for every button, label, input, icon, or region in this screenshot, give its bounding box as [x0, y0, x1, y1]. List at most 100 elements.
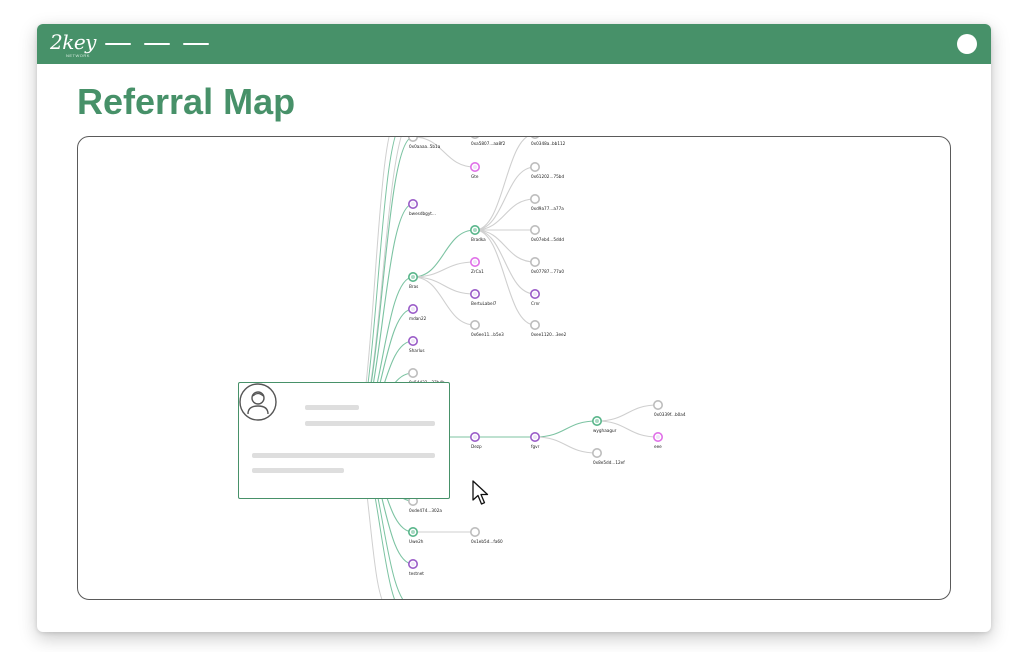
node-dezp[interactable]: Dezp — [469, 431, 482, 449]
node-testnet[interactable]: testnet — [407, 558, 424, 576]
referral-graph[interactable]: aaaabbcq...0x0aaaa..5b1a0xa5807...aa8f20… — [78, 137, 950, 599]
node-top5[interactable]: 0x61202...75bd — [529, 161, 565, 179]
node-testnet-dot-fill — [411, 562, 415, 566]
node-the[interactable]: Gte — [469, 161, 480, 179]
node-bras[interactable]: Bras — [407, 272, 419, 289]
node-top17-dot[interactable] — [529, 320, 540, 331]
node-shar-dot-fill — [411, 339, 415, 343]
graph-edges — [351, 137, 659, 599]
node-fgvr-dot-fill — [533, 435, 537, 439]
node-bw[interactable]: bwesdbgyt... — [407, 198, 436, 216]
node-top3-dot[interactable] — [531, 137, 539, 139]
node-top25[interactable]: 0x0339f...b0a4 — [652, 399, 686, 417]
node-top16[interactable]: 0x6ee11...b5e3 — [469, 320, 504, 337]
graph-edge — [474, 166, 536, 231]
graph-edge — [474, 137, 528, 231]
referral-map[interactable]: aaaabbcq...0x0aaaa..5b1a0xa5807...aa8f20… — [77, 136, 951, 600]
node-top9-dot[interactable] — [529, 225, 540, 236]
node-the-label: Gte — [471, 174, 479, 179]
node-top17[interactable]: 0xee1120...3ee2 — [529, 320, 567, 337]
profile-card — [238, 382, 450, 499]
node-top12-dot[interactable] — [529, 257, 540, 268]
node-bart[interactable]: BertuLabel7 — [469, 289, 497, 306]
node-top2-label: 0xa5807...aa8f2 — [471, 141, 506, 146]
node-brads-label: Bradka — [471, 237, 486, 242]
user-menu-button[interactable] — [957, 34, 977, 54]
node-crnr-dot-fill — [533, 292, 537, 296]
detail-placeholder-1 — [252, 453, 435, 458]
node-top31-dot[interactable] — [469, 526, 480, 537]
node-bw-dot-fill — [411, 202, 415, 206]
node-zrca[interactable]: ZrCa1 — [469, 257, 484, 274]
node-top1-dot[interactable] — [408, 137, 418, 142]
graph-edge — [474, 229, 536, 326]
node-the-dot-fill — [473, 165, 477, 169]
node-top5-dot[interactable] — [529, 161, 540, 172]
node-uwe[interactable]: Uwe2h — [407, 526, 424, 544]
detail-placeholder-2 — [252, 468, 344, 473]
logo-subtext: NETWORK — [66, 53, 90, 58]
node-bart-dot-fill — [473, 292, 477, 296]
graph-edge — [412, 276, 476, 295]
node-top16-dot[interactable] — [469, 320, 480, 331]
node-top27-dot[interactable] — [591, 447, 602, 458]
graph-edge — [534, 420, 598, 438]
node-crnr[interactable]: Crnr — [529, 289, 540, 306]
nav-placeholder-1[interactable] — [105, 43, 131, 45]
node-eee[interactable]: eee — [652, 431, 663, 449]
nav-placeholder-2[interactable] — [144, 43, 170, 45]
node-eee-dot-fill — [656, 435, 660, 439]
node-top31-label: 0x1eb5d...fa60 — [471, 539, 503, 544]
node-fgvr[interactable]: fgvr — [529, 431, 540, 449]
node-top3[interactable]: 0x0348a..bb112 — [531, 137, 566, 146]
node-mdan-label: mdan22 — [409, 316, 427, 321]
node-shar-label: Sharlus — [409, 348, 425, 353]
node-mdan-dot-fill — [411, 307, 415, 311]
graph-edge — [534, 436, 598, 454]
node-crnr-label: Crnr — [531, 301, 540, 306]
node-bw-label: bwesdbgyt... — [409, 211, 436, 216]
node-top7-dot[interactable] — [529, 193, 540, 204]
node-top25-label: 0x0339f...b0a4 — [654, 412, 686, 417]
graph-edge — [596, 404, 659, 422]
node-top16-label: 0x6ee11...b5e3 — [471, 332, 504, 337]
node-top17-label: 0xee1120...3ee2 — [531, 332, 567, 337]
node-top9-label: 0x07eb4...5ddd — [531, 237, 564, 242]
graph-nodes: aaaabbcq...0x0aaaa..5b1a0xa5807...aa8f20… — [346, 137, 686, 576]
node-eee-label: eee — [654, 444, 662, 449]
node-fgvr-label: fgvr — [531, 444, 540, 449]
node-bart-label: BertuLabel7 — [471, 301, 497, 306]
node-mdan[interactable]: mdan22 — [407, 304, 427, 321]
page-title: Referral Map — [77, 81, 296, 122]
node-bras-label: Bras — [409, 284, 418, 289]
graph-edge — [412, 137, 476, 168]
node-top2[interactable]: 0xa5807...aa8f2 — [471, 137, 506, 146]
node-top27[interactable]: 0x8e5dd...12ef — [591, 447, 625, 465]
graph-edge — [412, 261, 476, 278]
node-top9[interactable]: 0x07eb4...5ddd — [529, 225, 565, 242]
node-zrca-label: ZrCa1 — [471, 269, 484, 274]
node-top3-label: 0x0348a..bb112 — [531, 141, 566, 146]
node-shar[interactable]: Sharlus — [407, 336, 425, 353]
graph-edge — [474, 198, 536, 231]
node-uwe-label: Uwe2h — [409, 539, 424, 544]
node-dezp-dot-fill — [473, 435, 477, 439]
node-top1-label: 0x0aaaa..5b1a — [409, 144, 441, 149]
mouse-pointer-icon — [472, 480, 489, 505]
node-top25-dot[interactable] — [652, 399, 663, 410]
node-dezp-label: Dezp — [471, 444, 482, 449]
node-top31[interactable]: 0x1eb5d...fa60 — [469, 526, 503, 544]
node-top12[interactable]: 0x07787...77a0 — [529, 257, 565, 274]
node-top19-dot[interactable] — [407, 368, 418, 379]
graph-edge — [474, 229, 536, 263]
nav-placeholder-3[interactable] — [183, 43, 209, 45]
node-top29[interactable]: 0xde474...302a — [407, 495, 443, 513]
node-top29-label: 0xde474...302a — [409, 508, 442, 513]
address-placeholder — [305, 421, 435, 426]
node-top7[interactable]: 0xd9a77...a77a — [529, 193, 564, 211]
user-avatar-icon — [239, 383, 277, 421]
node-bras-dot-fill — [411, 275, 415, 279]
logo[interactable]: 2key NETWORK — [50, 30, 96, 58]
node-top2-dot[interactable] — [471, 137, 479, 139]
node-top12-label: 0x07787...77a0 — [531, 269, 564, 274]
